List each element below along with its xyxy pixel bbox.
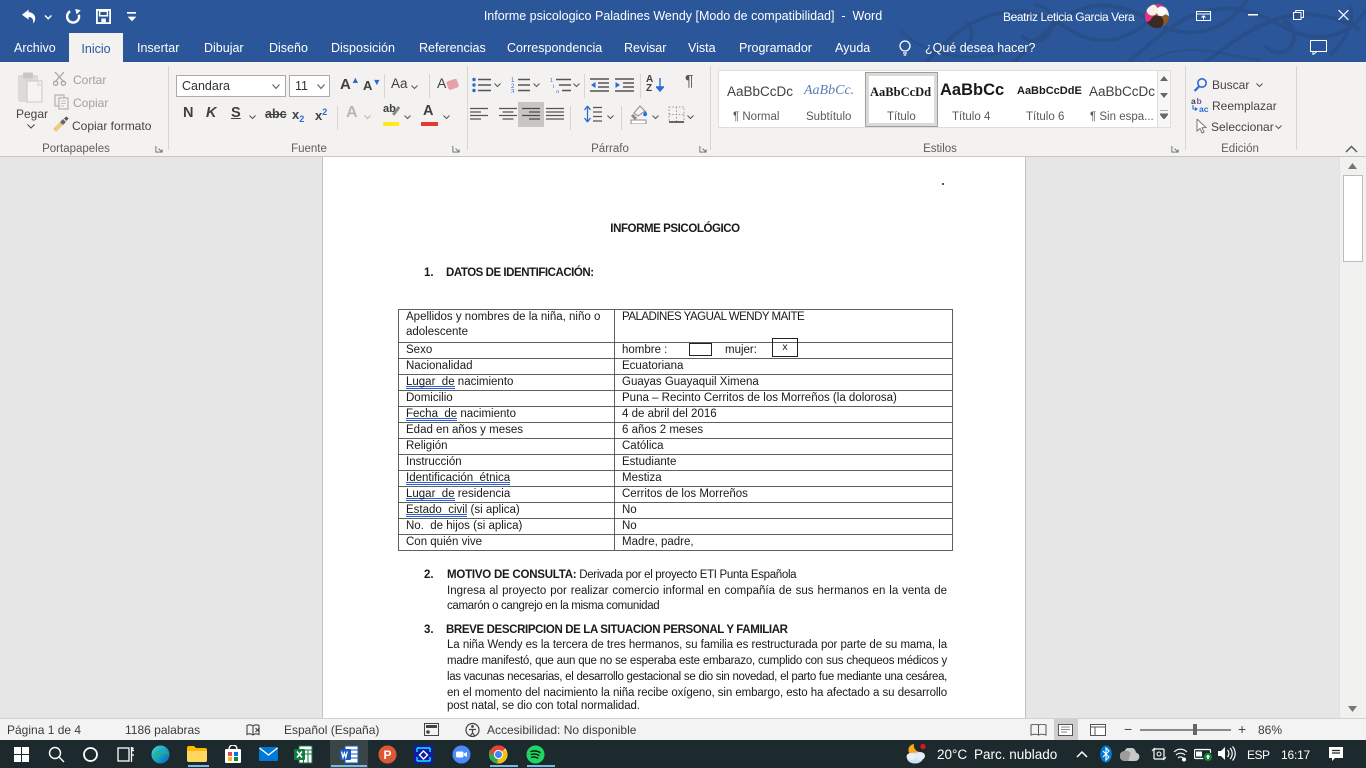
svg-text:P: P xyxy=(384,748,392,762)
svg-text:ac: ac xyxy=(1199,104,1209,113)
svg-text:a: a xyxy=(556,90,560,94)
svg-text:3: 3 xyxy=(511,90,515,94)
svg-text:i: i xyxy=(553,84,554,90)
svg-text:a: a xyxy=(1191,97,1196,106)
